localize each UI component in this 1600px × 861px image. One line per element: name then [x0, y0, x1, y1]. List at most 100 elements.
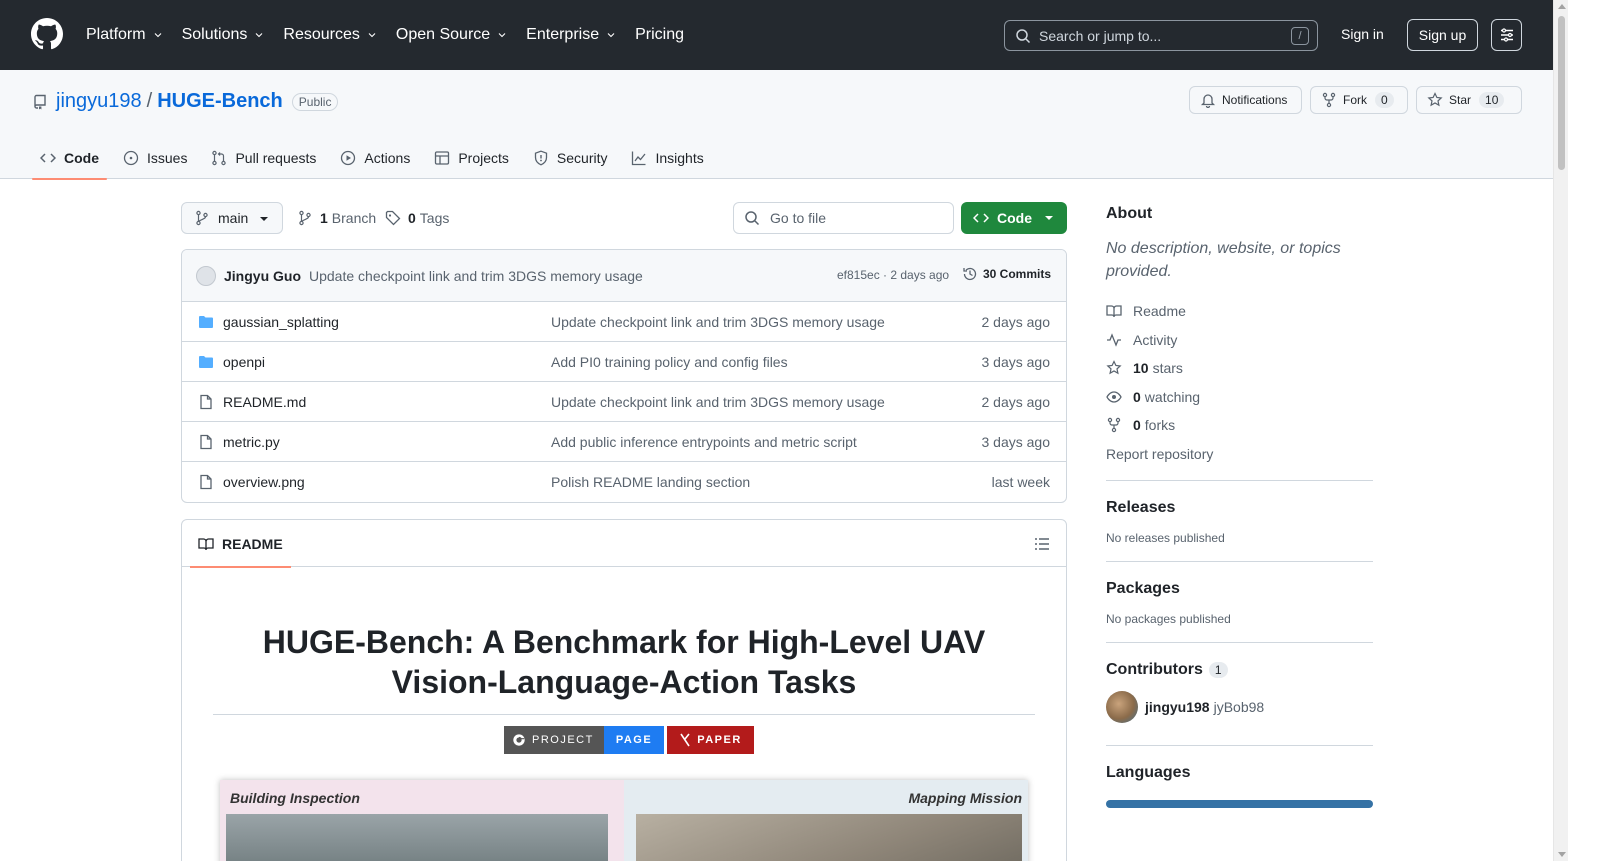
- file-name[interactable]: gaussian_splatting: [223, 314, 339, 330]
- issue-icon: [123, 150, 139, 165]
- code-dropdown-button[interactable]: Code: [961, 202, 1067, 234]
- scroll-down-arrow-icon[interactable]: [1558, 852, 1566, 857]
- folder-icon: [199, 356, 213, 368]
- nav-open-source[interactable]: Open Source: [396, 26, 508, 44]
- contributor-item[interactable]: jingyu198 jyBob98: [1106, 691, 1373, 723]
- tab-security[interactable]: Security: [525, 136, 616, 179]
- go-to-file-placeholder: Go to file: [770, 210, 827, 226]
- go-to-file-input[interactable]: Go to file: [733, 202, 954, 234]
- top-nav: Platform Solutions Resources Open Source…: [86, 0, 702, 70]
- tab-code[interactable]: Code: [32, 136, 107, 180]
- tab-insights[interactable]: Insights: [623, 136, 711, 179]
- search-input[interactable]: Search or jump to... /: [1004, 20, 1318, 51]
- repo-title: jingyu198 / HUGE-Bench Public: [32, 90, 339, 113]
- branch-count: 1: [320, 210, 328, 226]
- table-row[interactable]: overview.png Polish README landing secti…: [182, 462, 1066, 502]
- star-icon: [1427, 92, 1443, 107]
- commit-message[interactable]: Update checkpoint link and trim 3DGS mem…: [309, 268, 643, 284]
- repo-actions: Notifications Fork 0 Star 10: [1181, 86, 1522, 114]
- caret-down-icon: [1045, 216, 1053, 220]
- file-commit-message[interactable]: Add public inference entrypoints and met…: [551, 434, 857, 450]
- table-row[interactable]: openpi Add PI0 training policy and confi…: [182, 342, 1066, 382]
- tab-pull-requests[interactable]: Pull requests: [203, 136, 324, 179]
- repo-name-link[interactable]: HUGE-Bench: [157, 90, 283, 113]
- chevron-down-icon: [256, 33, 263, 38]
- contributor-name[interactable]: jingyu198: [1145, 699, 1210, 715]
- sign-up-button[interactable]: Sign up: [1407, 19, 1478, 51]
- table-row[interactable]: README.md Update checkpoint link and tri…: [182, 382, 1066, 422]
- page-scrollbar[interactable]: [1553, 0, 1568, 861]
- nav-label: Resources: [283, 26, 360, 43]
- readme-link[interactable]: Readme: [1106, 297, 1373, 326]
- paper-badge[interactable]: PAPER: [667, 726, 754, 754]
- overview-right-label: Mapping Mission: [908, 790, 1022, 806]
- stars-count: 10: [1133, 360, 1149, 377]
- search-shortcut: /: [1291, 27, 1309, 45]
- file-name[interactable]: overview.png: [223, 474, 305, 490]
- file-commit-message[interactable]: Update checkpoint link and trim 3DGS mem…: [551, 314, 885, 330]
- tab-actions[interactable]: Actions: [332, 136, 418, 179]
- nav-enterprise[interactable]: Enterprise: [526, 26, 617, 44]
- fork-button[interactable]: Fork 0: [1310, 86, 1408, 114]
- releases-heading[interactable]: Releases: [1106, 499, 1373, 517]
- file-name[interactable]: openpi: [223, 354, 265, 370]
- scroll-up-arrow-icon[interactable]: [1558, 4, 1566, 9]
- overview-left-label: Building Inspection: [230, 790, 360, 806]
- nav-platform[interactable]: Platform: [86, 26, 164, 44]
- activity-link[interactable]: Activity: [1106, 326, 1373, 355]
- commit-author[interactable]: Jingyu Guo: [224, 268, 301, 284]
- notifications-button[interactable]: Notifications: [1189, 86, 1302, 114]
- tab-issues[interactable]: Issues: [115, 136, 195, 179]
- avatar[interactable]: [196, 265, 216, 286]
- tab-label: Code: [64, 149, 99, 166]
- commits-link[interactable]: 30 Commits: [962, 266, 1051, 282]
- repo-owner-link[interactable]: jingyu198: [56, 90, 142, 113]
- star-button[interactable]: Star 10: [1416, 86, 1522, 114]
- tag-icon: [385, 210, 401, 226]
- branch-selector[interactable]: main: [181, 202, 283, 234]
- badge-project-left: PROJECT: [532, 734, 594, 746]
- overview-panel-left: Building Inspection: [220, 780, 624, 861]
- file-commit-message[interactable]: Add PI0 training policy and config files: [551, 354, 788, 370]
- commit-sha-date[interactable]: ef815ec · 2 days ago: [837, 268, 949, 282]
- tab-projects[interactable]: Projects: [426, 136, 517, 179]
- packages-heading[interactable]: Packages: [1106, 580, 1373, 598]
- about-links: Readme Activity 10 stars 0 watching 0 fo…: [1106, 297, 1373, 468]
- watching-link[interactable]: 0 watching: [1106, 383, 1373, 412]
- tags-link[interactable]: 0 Tags: [385, 210, 449, 226]
- global-header: Platform Solutions Resources Open Source…: [0, 0, 1553, 70]
- forks-link[interactable]: 0 forks: [1106, 411, 1373, 440]
- github-logo-icon[interactable]: [31, 18, 63, 50]
- sign-in-link[interactable]: Sign in: [1341, 26, 1384, 42]
- branch-icon: [299, 210, 311, 226]
- project-page-badge[interactable]: PROJECT: [504, 726, 604, 754]
- arxiv-icon: [680, 733, 690, 747]
- search-icon: [745, 211, 760, 226]
- star-label: Star: [1449, 93, 1472, 107]
- nav-pricing[interactable]: Pricing: [635, 26, 684, 44]
- branches-link[interactable]: 1 Branch: [297, 210, 376, 226]
- avatar[interactable]: [1106, 691, 1138, 723]
- book-icon: [198, 537, 214, 550]
- scrollbar-thumb[interactable]: [1558, 16, 1565, 170]
- nav-resources[interactable]: Resources: [283, 26, 377, 44]
- report-repository-link[interactable]: Report repository: [1106, 440, 1373, 469]
- file-name[interactable]: README.md: [223, 394, 306, 410]
- list-icon[interactable]: [1034, 536, 1050, 552]
- file-icon: [200, 394, 212, 410]
- stars-link[interactable]: 10 stars: [1106, 354, 1373, 383]
- table-row[interactable]: gaussian_splatting Update checkpoint lin…: [182, 302, 1066, 342]
- project-page-badge-right[interactable]: PAGE: [603, 726, 665, 754]
- readme-tab[interactable]: README: [190, 520, 291, 568]
- graph-icon: [632, 151, 646, 165]
- table-icon: [435, 150, 450, 165]
- nav-label: Open Source: [395, 26, 491, 43]
- table-row[interactable]: metric.py Add public inference entrypoin…: [182, 422, 1066, 462]
- overview-image: Building Inspection Mapping Mission: [220, 780, 1028, 861]
- contributors-heading[interactable]: Contributors 1: [1106, 661, 1373, 679]
- nav-solutions[interactable]: Solutions: [182, 26, 266, 44]
- file-name[interactable]: metric.py: [223, 434, 280, 450]
- menu-button[interactable]: [1491, 19, 1522, 51]
- file-commit-message[interactable]: Polish README landing section: [551, 474, 750, 490]
- file-commit-message[interactable]: Update checkpoint link and trim 3DGS mem…: [551, 394, 885, 410]
